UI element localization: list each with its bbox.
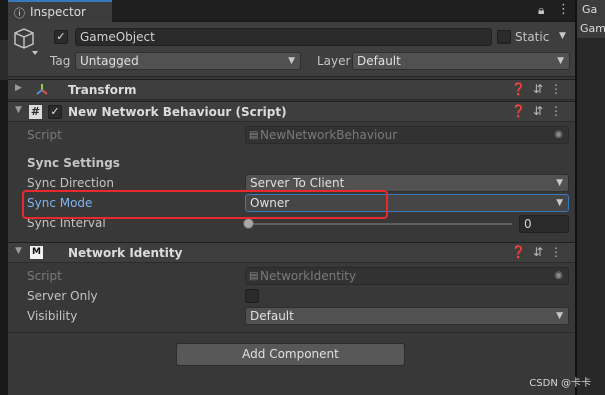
add-component-button[interactable]: Add Component [176,343,405,366]
kebab-menu-icon: ⋮ [550,104,569,118]
tag-value: Untagged [80,54,139,68]
visibility-value: Default [250,309,294,323]
sync-direction-value: Server To Client [250,176,345,190]
lock-icon[interactable]: 🔒︎ [538,3,544,18]
highlight-box [22,190,388,219]
left-panel-edge [0,0,8,395]
chevron-down-icon: ▼ [288,56,295,66]
object-picker-icon: ◉ [554,129,563,140]
server-only-checkbox[interactable] [245,289,259,303]
network-behaviour-title: New Network Behaviour (Script) [68,105,287,119]
sync-settings-heading: Sync Settings [27,156,120,170]
foldout-arrow-icon[interactable]: ▼ [15,105,22,115]
server-only-label: Server Only [27,289,98,303]
component-header-buttons[interactable]: ❓⇵⋮ [511,104,569,118]
network-identity-icon: M [30,246,43,259]
tab-game[interactable]: Ga [577,0,605,22]
transform-title: Transform [68,83,137,97]
help-icon: ❓ [510,82,533,96]
sync-interval-slider-knob[interactable] [243,218,254,229]
script-value: NewNetworkBehaviour [260,128,398,142]
tab-inspector-label: Inspector [30,5,86,19]
info-icon: ⓘ [14,7,25,20]
tab-inspector[interactable]: ⓘ Inspector [8,0,112,22]
game-toolbar-label: Gam [580,22,605,35]
component-header-buttons[interactable]: ❓⇵⋮ [511,245,569,259]
divider [8,332,575,333]
gameobject-active-checkbox[interactable]: ✓ [54,30,68,44]
network-behaviour-header[interactable]: ▼ # ✓ New Network Behaviour (Script) ❓⇵⋮ [8,101,575,122]
layer-value: Default [357,54,401,68]
transform-header[interactable]: ▶ Transform ❓⇵⋮ [8,79,575,100]
tab-game-label: Ga [582,3,598,16]
sync-interval-field[interactable]: 0 [519,215,569,233]
visibility-dropdown[interactable]: Default ▼ [245,307,569,325]
visibility-label: Visibility [27,309,78,323]
gameobject-cube-icon[interactable] [13,27,39,57]
static-dropdown-arrow-icon[interactable]: ▼ [559,31,566,41]
game-toolbar[interactable]: Gam [577,22,605,38]
kebab-menu-icon[interactable]: ⋮ [557,2,570,17]
preset-sliders-icon: ⇵ [532,245,550,259]
foldout-arrow-icon[interactable]: ▶ [15,83,22,93]
chevron-down-icon: ▼ [556,178,563,188]
script-hash-icon: # [29,105,42,119]
script-file-icon: ▤ [249,271,259,282]
chevron-down-icon: ▼ [556,198,563,208]
identity-script-field: ▤ NetworkIdentity ◉ [245,267,569,285]
layer-label: Layer [317,54,351,68]
gameobject-name-field[interactable]: GameObject [75,28,492,46]
script-field: ▤ NewNetworkBehaviour ◉ [245,126,569,144]
component-header-buttons[interactable]: ❓⇵⋮ [511,82,569,96]
network-identity-title: Network Identity [68,246,183,260]
transform-axes-icon [36,84,48,95]
identity-script-value: NetworkIdentity [260,269,357,283]
object-picker-icon: ◉ [554,270,563,281]
tag-label: Tag [50,54,71,68]
tag-dropdown[interactable]: Untagged ▼ [75,52,301,70]
layer-dropdown[interactable]: Default ▼ [352,52,570,70]
sync-interval-slider-track[interactable] [247,223,512,225]
static-checkbox[interactable] [497,30,511,44]
identity-script-label: Script [27,269,62,283]
foldout-arrow-icon[interactable]: ▼ [15,246,22,256]
kebab-menu-icon: ⋮ [550,82,569,96]
help-icon: ❓ [510,245,533,259]
watermark: CSDN @卡卡 [529,378,591,389]
preset-sliders-icon: ⇵ [532,82,550,96]
network-behaviour-enabled-checkbox[interactable]: ✓ [48,105,62,119]
network-identity-header[interactable]: ▼ M Network Identity ❓⇵⋮ [8,242,575,263]
script-file-icon: ▤ [249,130,259,141]
sync-direction-label: Sync Direction [27,176,114,190]
kebab-menu-icon: ⋮ [550,245,569,259]
preset-sliders-icon: ⇵ [532,104,550,118]
chevron-down-icon: ▼ [556,311,563,321]
script-label: Script [27,128,62,142]
chevron-down-icon: ▼ [557,56,564,66]
right-panel [575,0,605,395]
help-icon: ❓ [510,104,533,118]
static-label: Static [515,30,550,44]
